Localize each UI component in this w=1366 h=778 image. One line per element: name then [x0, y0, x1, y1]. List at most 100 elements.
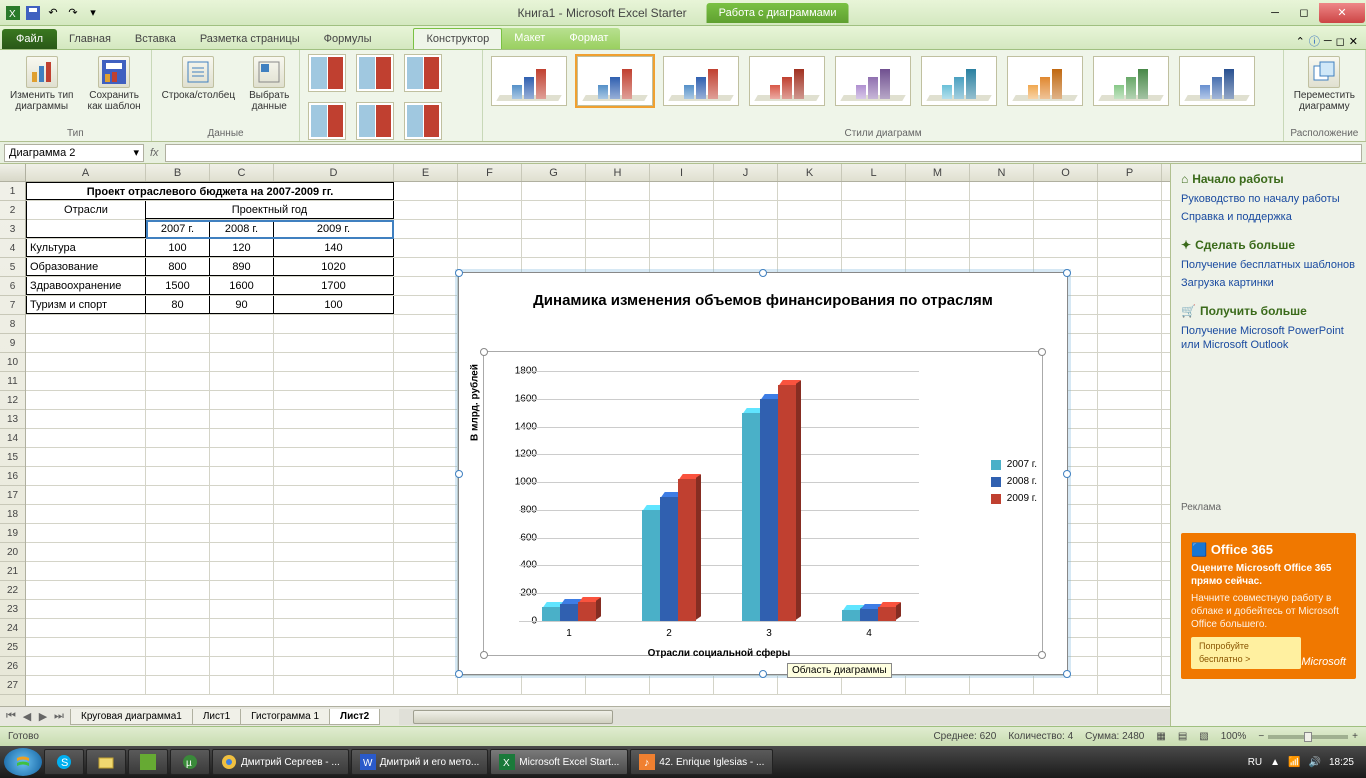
resize-handle[interactable] — [480, 651, 488, 659]
chart-bar[interactable] — [842, 610, 860, 621]
row-header[interactable]: 20 — [0, 543, 25, 562]
minimize-ribbon-icon[interactable]: ⌃ — [1296, 35, 1305, 48]
row-header[interactable]: 25 — [0, 638, 25, 657]
column-header[interactable]: N — [970, 164, 1034, 181]
row-header[interactable]: 26 — [0, 657, 25, 676]
tray-network-icon[interactable]: 📶 — [1288, 757, 1300, 768]
taskbar-app-button[interactable]: XMicrosoft Excel Start... — [490, 749, 628, 775]
select-data-button[interactable]: Выбрать данные — [245, 52, 293, 116]
legend-item[interactable]: 2007 г. — [991, 459, 1037, 470]
resize-handle[interactable] — [455, 470, 463, 478]
chart-legend[interactable]: 2007 г.2008 г.2009 г. — [991, 453, 1037, 510]
window-close-icon[interactable]: ✕ — [1349, 35, 1358, 48]
resize-handle[interactable] — [1063, 670, 1071, 678]
qat-dropdown-icon[interactable]: ▾ — [84, 4, 102, 22]
row-header[interactable]: 12 — [0, 391, 25, 410]
save-as-template-button[interactable]: Сохранить как шаблон — [83, 52, 144, 116]
row-header[interactable]: 17 — [0, 486, 25, 505]
view-normal-icon[interactable]: ▦ — [1156, 731, 1165, 742]
panel-link[interactable]: Получение бесплатных шаблонов — [1181, 258, 1356, 272]
ad-cta-button[interactable]: Попробуйте бесплатно > — [1191, 637, 1301, 669]
fx-icon[interactable]: fx — [144, 147, 165, 159]
taskbar-app-button[interactable]: ♪42. Enrique Iglesias - ... — [630, 749, 773, 775]
column-header[interactable]: P — [1098, 164, 1162, 181]
row-header[interactable]: 22 — [0, 581, 25, 600]
column-header[interactable]: L — [842, 164, 906, 181]
resize-handle[interactable] — [759, 670, 767, 678]
row-header[interactable]: 23 — [0, 600, 25, 619]
column-header[interactable]: E — [394, 164, 458, 181]
taskbar-utorrent[interactable]: µ — [170, 749, 210, 775]
next-sheet-icon[interactable]: ▶ — [36, 710, 50, 723]
row-header[interactable]: 11 — [0, 372, 25, 391]
save-icon[interactable] — [24, 4, 42, 22]
row-header[interactable]: 19 — [0, 524, 25, 543]
horizontal-scrollbar[interactable] — [399, 709, 1170, 725]
tray-volume-icon[interactable]: 🔊 — [1309, 757, 1321, 768]
chart-style-preset[interactable] — [491, 56, 567, 106]
chart-bar[interactable] — [678, 479, 696, 621]
chart-bar[interactable] — [778, 385, 796, 621]
tab-home[interactable]: Главная — [57, 29, 123, 49]
chevron-down-icon[interactable]: ▾ — [133, 146, 139, 159]
chart-bar[interactable] — [742, 413, 760, 621]
row-header[interactable]: 21 — [0, 562, 25, 581]
last-sheet-icon[interactable]: ⏭ — [52, 710, 66, 723]
maximize-button[interactable]: ◻ — [1290, 3, 1318, 23]
move-chart-button[interactable]: Переместить диаграмму — [1290, 52, 1359, 116]
help-icon[interactable]: ⓘ — [1309, 33, 1320, 49]
row-header[interactable]: 5 — [0, 258, 25, 277]
resize-handle[interactable] — [1038, 651, 1046, 659]
row-header[interactable]: 16 — [0, 467, 25, 486]
chart-style-preset[interactable] — [749, 56, 825, 106]
zoom-in-button[interactable]: + — [1352, 731, 1358, 742]
chart-bar[interactable] — [642, 510, 660, 621]
panel-link[interactable]: Справка и поддержка — [1181, 210, 1356, 224]
zoom-slider[interactable] — [1268, 735, 1348, 739]
tab-layout[interactable]: Макет — [502, 28, 557, 49]
row-header[interactable]: 7 — [0, 296, 25, 315]
column-header[interactable]: K — [778, 164, 842, 181]
tab-insert[interactable]: Вставка — [123, 29, 188, 49]
sheet-tab[interactable]: Гистограмма 1 — [240, 709, 330, 725]
chart-style-preset[interactable] — [663, 56, 739, 106]
chart-style-preset[interactable] — [1179, 56, 1255, 106]
chart-bar[interactable] — [660, 497, 678, 621]
chart-bar[interactable] — [878, 607, 896, 621]
row-header[interactable]: 4 — [0, 239, 25, 258]
chart-bar[interactable] — [860, 609, 878, 622]
taskbar-explorer[interactable] — [86, 749, 126, 775]
resize-handle[interactable] — [455, 269, 463, 277]
tab-page-layout[interactable]: Разметка страницы — [188, 29, 312, 49]
window-restore-icon[interactable]: ◻ — [1336, 35, 1345, 48]
chart-style-preset[interactable] — [921, 56, 997, 106]
resize-handle[interactable] — [759, 269, 767, 277]
resize-handle[interactable] — [1038, 348, 1046, 356]
row-header[interactable]: 13 — [0, 410, 25, 429]
column-header[interactable]: B — [146, 164, 210, 181]
tray-flag-icon[interactable]: ▲ — [1270, 757, 1280, 768]
chart-layout-preset[interactable] — [356, 54, 394, 92]
taskbar-app-button[interactable]: WДмитрий и его мето... — [351, 749, 489, 775]
tray-clock[interactable]: 18:25 — [1329, 757, 1354, 768]
taskbar-app[interactable] — [128, 749, 168, 775]
column-header[interactable]: M — [906, 164, 970, 181]
tab-design[interactable]: Конструктор — [413, 28, 502, 49]
close-button[interactable]: ✕ — [1319, 3, 1365, 23]
chart-style-preset[interactable] — [577, 56, 653, 106]
zoom-thumb[interactable] — [1304, 732, 1312, 742]
chart-bar[interactable] — [542, 607, 560, 621]
panel-link[interactable]: Получение Microsoft PowerPoint или Micro… — [1181, 324, 1356, 352]
undo-icon[interactable]: ↶ — [44, 4, 62, 22]
name-box[interactable]: Диаграмма 2▾ — [4, 144, 144, 162]
sheet-tab[interactable]: Лист2 — [329, 709, 380, 725]
y-axis-label[interactable]: В млрд. рублей — [470, 364, 481, 441]
view-break-icon[interactable]: ▧ — [1199, 731, 1208, 742]
sheet-tab[interactable]: Круговая диаграмма1 — [70, 709, 193, 725]
chart-style-preset[interactable] — [1093, 56, 1169, 106]
chart-layout-preset[interactable] — [404, 54, 442, 92]
view-page-icon[interactable]: ▤ — [1178, 731, 1187, 742]
chart-style-preset[interactable] — [1007, 56, 1083, 106]
column-header[interactable]: H — [586, 164, 650, 181]
chart-bar[interactable] — [578, 602, 596, 621]
